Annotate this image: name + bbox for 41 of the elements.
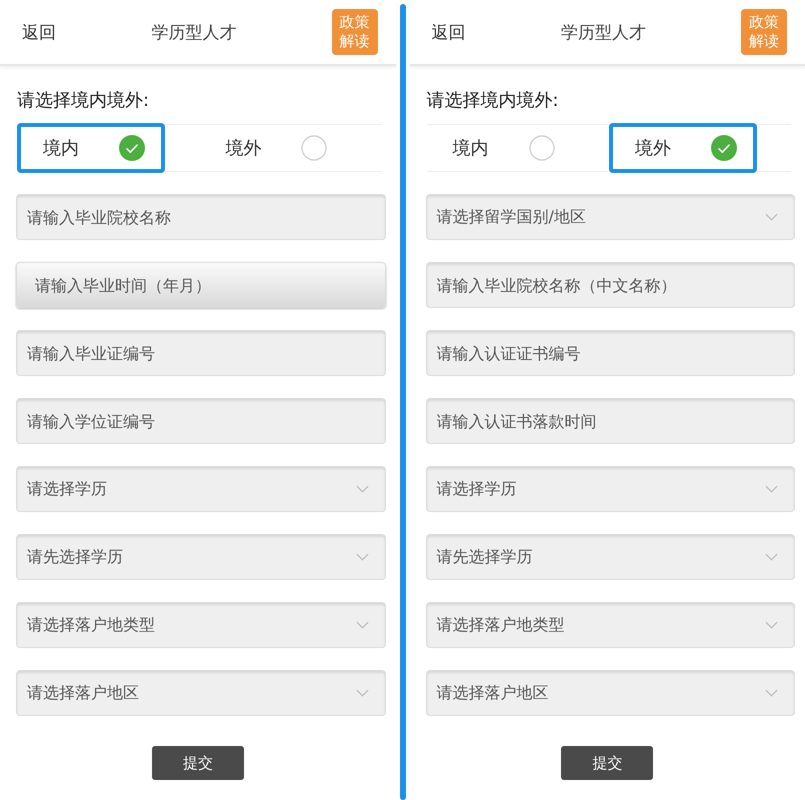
back-link[interactable]: 返回 <box>432 20 466 44</box>
chevron-down-icon <box>765 485 778 493</box>
input-field[interactable]: 请输入毕业证编号 <box>16 330 386 376</box>
select-field[interactable]: 请先选择学历 <box>426 534 795 580</box>
radio-option[interactable]: 境内 <box>17 123 165 173</box>
section-label: 请选择境内境外: <box>16 89 150 113</box>
select-field[interactable]: 请选择落户地类型 <box>16 602 386 648</box>
submit-button[interactable]: 提交 <box>152 746 244 780</box>
radio-icon <box>301 135 328 161</box>
input-field[interactable]: 请输入毕业院校名称 <box>16 194 386 240</box>
radio-icon <box>528 135 554 161</box>
radio-option[interactable]: 境外 <box>199 123 348 173</box>
select-field[interactable]: 请选择落户地类型 <box>426 602 795 648</box>
chevron-down-icon <box>765 689 778 697</box>
check-icon <box>710 135 737 161</box>
radio-option[interactable]: 境内 <box>426 123 574 173</box>
radio-option[interactable]: 境外 <box>608 123 757 173</box>
page-title: 学历型人才 <box>560 22 647 44</box>
chevron-down-icon <box>356 553 368 561</box>
chevron-down-icon <box>356 689 368 697</box>
input-field[interactable]: 请输入毕业时间（年月） <box>16 262 386 308</box>
input-field[interactable]: 请输入认证书落款时间 <box>426 398 795 444</box>
select-field[interactable]: 请先选择学历 <box>16 534 386 580</box>
select-field[interactable]: 请选择落户地区 <box>16 670 386 716</box>
chevron-down-icon <box>356 621 368 629</box>
input-field[interactable]: 请输入毕业院校名称（中文名称） <box>426 262 795 308</box>
select-field[interactable]: 请选择学历 <box>16 466 386 512</box>
back-link[interactable]: 返回 <box>22 20 56 44</box>
submit-button[interactable]: 提交 <box>561 746 654 780</box>
check-icon <box>119 135 145 161</box>
input-field[interactable]: 请输入认证证书编号 <box>426 330 795 376</box>
chevron-down-icon <box>765 621 778 629</box>
select-field[interactable]: 请选择学历 <box>426 466 795 512</box>
chevron-down-icon <box>356 485 368 493</box>
chevron-down-icon <box>765 553 778 561</box>
chevron-down-icon <box>765 213 778 221</box>
page-title: 学历型人才 <box>150 22 238 44</box>
select-field[interactable]: 请选择留学国别/地区 <box>426 194 795 240</box>
section-label: 请选择境内境外: <box>426 89 560 113</box>
input-field[interactable]: 请输入学位证编号 <box>16 398 386 444</box>
select-field[interactable]: 请选择落户地区 <box>426 670 795 716</box>
